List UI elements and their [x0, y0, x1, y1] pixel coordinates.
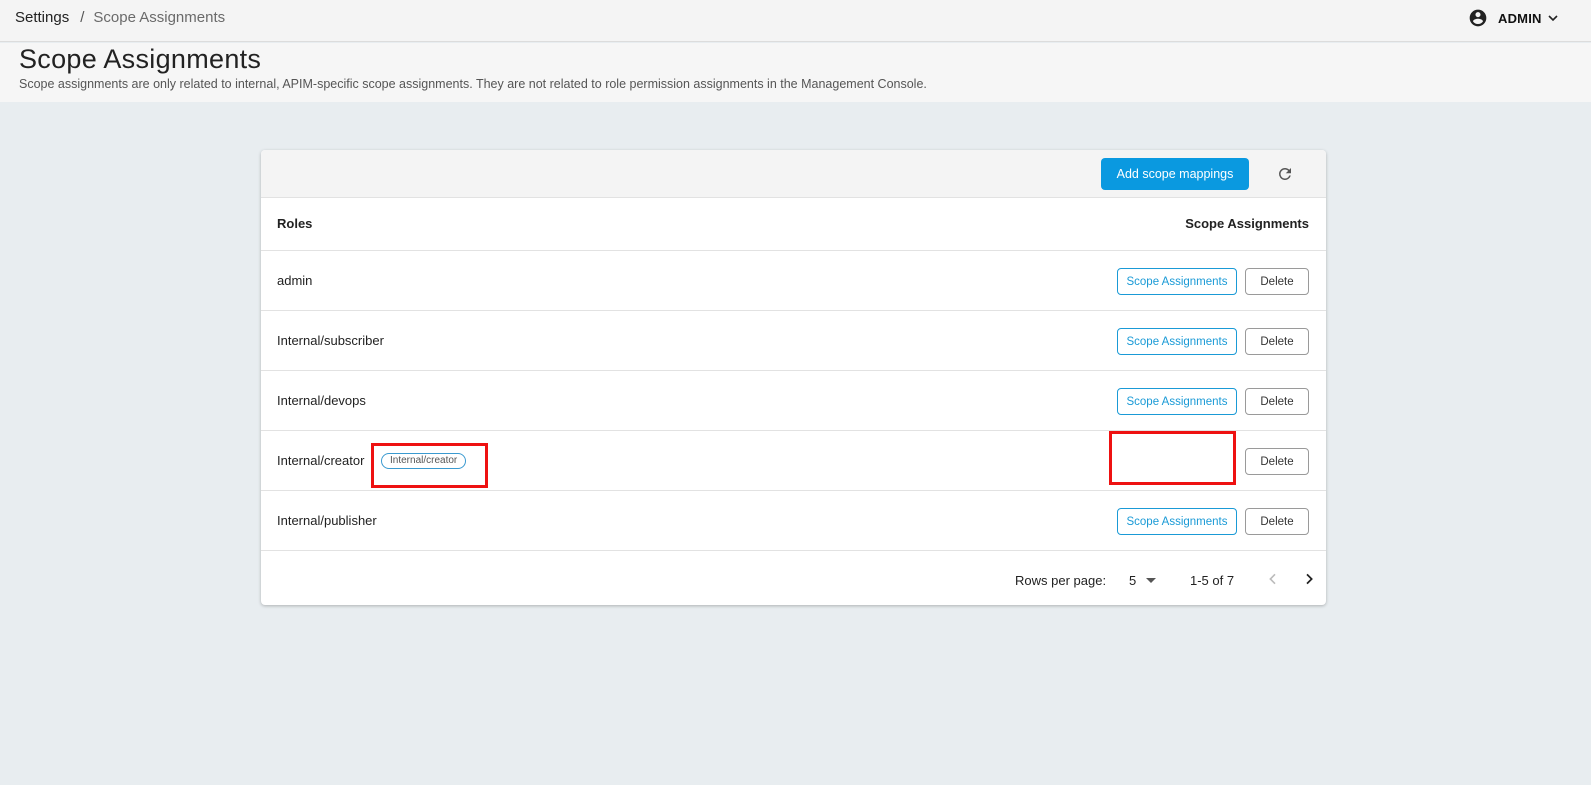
- refresh-icon: [1279, 168, 1291, 180]
- role-name: Internal/publisher: [277, 513, 377, 528]
- chevron-down-icon: [1548, 15, 1558, 22]
- role-name: Internal/devops: [277, 393, 366, 408]
- table-row: Internal/creator Internal/creator Delete: [261, 431, 1326, 491]
- chevron-right-icon: [1306, 573, 1313, 585]
- breadcrumb-separator: /: [80, 9, 85, 26]
- breadcrumb-current: Scope Assignments: [93, 9, 226, 26]
- previous-page-button[interactable]: [1260, 566, 1286, 592]
- delete-button[interactable]: Delete: [1245, 448, 1309, 475]
- table-row: Internal/subscriber Scope Assignments De…: [261, 311, 1326, 371]
- table-row: Internal/publisher Scope Assignments Del…: [261, 491, 1326, 551]
- table-toolbar: Add scope mappings: [261, 150, 1326, 198]
- delete-button[interactable]: Delete: [1245, 388, 1309, 415]
- role-name: admin: [277, 273, 313, 288]
- role-name: Internal/creator: [277, 453, 365, 468]
- page-header: Scope Assignments Scope assignments are …: [0, 43, 1591, 102]
- breadcrumb-settings[interactable]: Settings: [15, 9, 69, 26]
- scope-assignments-button[interactable]: Scope Assignments: [1117, 328, 1237, 355]
- top-bar: Settings / Scope Assignments ADMIN: [0, 0, 1591, 42]
- chevron-left-icon: [1269, 573, 1276, 585]
- user-menu[interactable]: ADMIN: [1468, 8, 1561, 28]
- pagination: Rows per page: 5 1-5 of 7: [261, 551, 1326, 605]
- scope-assignments-button[interactable]: Scope Assignments: [1117, 268, 1237, 295]
- table-row: Internal/devops Scope Assignments Delete: [261, 371, 1326, 431]
- annotation-box-missing-button: [1109, 431, 1236, 485]
- add-scope-mappings-button[interactable]: Add scope mappings: [1101, 158, 1249, 190]
- scope-assignments-button[interactable]: Scope Assignments: [1117, 508, 1237, 535]
- page-description: Scope assignments are only related to in…: [19, 77, 927, 91]
- annotation-box-chip: [371, 443, 488, 488]
- delete-button[interactable]: Delete: [1245, 508, 1309, 535]
- next-page-button[interactable]: [1296, 566, 1322, 592]
- scope-assignments-button[interactable]: Scope Assignments: [1117, 388, 1237, 415]
- column-header-roles: Roles: [277, 216, 313, 231]
- delete-button[interactable]: Delete: [1245, 268, 1309, 295]
- rows-per-page-label: Rows per page:: [1015, 573, 1107, 588]
- delete-button[interactable]: Delete: [1245, 328, 1309, 355]
- table-row: admin Scope Assignments Delete: [261, 251, 1326, 311]
- table-header: Roles Scope Assignments: [261, 198, 1326, 251]
- column-header-scope-assignments: Scope Assignments: [1185, 216, 1309, 231]
- role-name: Internal/subscriber: [277, 333, 384, 348]
- scope-assignments-card: Add scope mappings Roles Scope Assignmen…: [261, 150, 1326, 605]
- account-circle-icon: [1469, 9, 1487, 27]
- breadcrumb: Settings / Scope Assignments: [15, 9, 225, 26]
- user-name: ADMIN: [1498, 10, 1542, 26]
- dropdown-caret-icon: [1146, 577, 1157, 583]
- rows-per-page-value: 5: [1129, 572, 1137, 588]
- rows-per-page-select[interactable]: 5: [1125, 568, 1165, 592]
- refresh-button[interactable]: [1273, 162, 1297, 186]
- page-title: Scope Assignments: [19, 44, 262, 74]
- pagination-range: 1-5 of 7: [1190, 573, 1235, 588]
